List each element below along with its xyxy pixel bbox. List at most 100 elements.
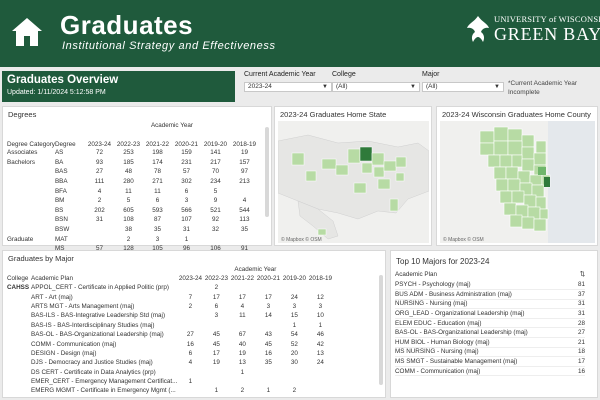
table-row[interactable]: BFA 4 11 11 6 5: [7, 186, 259, 196]
value-cell: 4: [240, 302, 245, 310]
count-cell: 27: [577, 329, 585, 337]
value-cell: 10: [316, 312, 324, 320]
county-shape-brown[interactable]: [544, 177, 550, 187]
state-shape[interactable]: [335, 164, 349, 176]
value-cell: 38: [124, 226, 132, 234]
year-header: 2022-23: [204, 275, 228, 282]
home-county-map-panel: 2023-24 Wisconsin Graduates Home County: [436, 106, 598, 246]
state-shape[interactable]: [317, 228, 327, 236]
year-header: 2019-20: [203, 141, 227, 148]
state-shape[interactable]: [395, 172, 405, 182]
degree-cell: MAT: [54, 235, 68, 243]
value-cell: 5: [126, 197, 131, 205]
state-shape[interactable]: [291, 152, 305, 166]
table-row[interactable]: DJS - Democracy and Justice Studies (maj…: [7, 358, 333, 367]
table-row[interactable]: BAS-ILS - BAS-Integrative Leadership Std…: [7, 311, 333, 320]
table-row[interactable]: BSN 31 108 87 107 92 113: [7, 215, 259, 225]
table-row[interactable]: MS SMGT - Sustainable Management (maj) 17: [395, 357, 585, 367]
table-row[interactable]: ELEM EDUC - Education (maj) 28: [395, 318, 585, 328]
degree-cell: BBA: [54, 178, 68, 186]
table-row[interactable]: DESIGN - Design (maj) 6 17 19 16 20 13: [7, 349, 333, 358]
table-row[interactable]: EMER_CERT - Emergency Management Certifi…: [7, 377, 333, 386]
value-cell: 14: [177, 396, 203, 398]
value-cell: 19: [238, 349, 246, 357]
table-row[interactable]: COMM - Communication (maj) 16: [395, 366, 585, 376]
academic-plan-cell: EMER_CERT - Emergency Management Certifi…: [31, 378, 178, 386]
state-shape[interactable]: [373, 166, 385, 178]
table-row[interactable]: DS CERT - Certificate in Data Analytics …: [7, 368, 333, 377]
table-row[interactable]: ART - Art (maj) 7 17 17 17 24 12: [7, 292, 333, 301]
degree-cell: BAS: [54, 168, 68, 176]
state-shape-wisconsin[interactable]: [359, 146, 373, 162]
degree-category-cell: [7, 177, 55, 187]
college-select[interactable]: (All) ▼: [332, 82, 420, 92]
overview-header: Graduates Overview Updated: 1/11/2024 5:…: [2, 71, 235, 102]
academic-plan-cell: DESIGN - Design (maj): [31, 349, 97, 357]
state-shape[interactable]: [389, 198, 399, 212]
value-cell: [177, 368, 203, 377]
majors-scrollbar[interactable]: [379, 275, 383, 385]
state-shape[interactable]: [371, 152, 385, 166]
table-row[interactable]: MS NURSING - Nursing (maj) 18: [395, 347, 585, 357]
table-row[interactable]: BS 202 605 593 566 521 544: [7, 206, 259, 216]
major-select[interactable]: (All) ▼: [422, 82, 504, 92]
home-state-map[interactable]: [278, 121, 429, 243]
value-cell: [203, 368, 229, 377]
state-shape[interactable]: [377, 178, 391, 190]
top10-title: Top 10 Majors for 2023-24: [396, 257, 490, 266]
degrees-scrollbar[interactable]: [265, 127, 269, 217]
value-cell: 17: [238, 293, 246, 301]
value-cell: 26: [307, 396, 333, 398]
table-row[interactable]: BAS-OL - BAS-Organizational Leadership (…: [395, 328, 585, 338]
table-row[interactable]: ENGLISH - English (maj)142226223126: [7, 396, 333, 398]
county-shape[interactable]: [538, 167, 546, 175]
state-shape[interactable]: [305, 170, 317, 182]
value-cell: [230, 234, 259, 244]
count-cell: 31: [577, 300, 585, 308]
table-row[interactable]: BUS ADM - Business Administration (maj) 3…: [395, 290, 585, 300]
majors-title: Graduates by Major: [8, 254, 74, 263]
filter-label: College: [332, 71, 356, 78]
academic-year-select[interactable]: 2023-24 ▼: [244, 82, 332, 92]
table-row[interactable]: BBA 111 280 271 302 234 213: [7, 177, 259, 187]
value-cell: 1: [292, 321, 297, 329]
table-row[interactable]: BAS 27 48 78 57 70 97: [7, 167, 259, 177]
year-header: 2023-24: [87, 141, 111, 148]
value-cell: [307, 283, 333, 292]
state-shape[interactable]: [361, 162, 373, 174]
value-cell: 35: [153, 226, 161, 234]
state-shape[interactable]: [321, 158, 337, 170]
table-row[interactable]: NURSING - Nursing (maj) 31: [395, 299, 585, 309]
state-shape[interactable]: [395, 156, 407, 168]
value-cell: 16: [264, 349, 272, 357]
table-row[interactable]: BSW 38 35 31 32 35: [7, 225, 259, 235]
table-row[interactable]: ORG_LEAD - Organizational Leadership (ma…: [395, 309, 585, 319]
academic-plan-cell: DS CERT - Certificate in Data Analytics …: [31, 368, 156, 376]
table-row[interactable]: BAS-IS - BAS-Interdisciplinary Studies (…: [7, 321, 333, 330]
value-cell: [281, 377, 307, 386]
count-cell: 37: [577, 290, 585, 298]
value-cell: 31: [95, 216, 103, 224]
table-row[interactable]: ARTS MGT - Arts Management (maj) 2 6 4 3 3 3: [7, 302, 333, 311]
state-shape[interactable]: [383, 160, 397, 172]
map-title: 2023-24 Wisconsin Graduates Home County: [442, 110, 591, 119]
table-row[interactable]: Associates AS 72 253 198 159 141 19: [7, 148, 259, 158]
degree-category-cell: [7, 186, 55, 196]
table-row[interactable]: PSYCH - Psychology (maj) 81: [395, 280, 585, 290]
home-county-map[interactable]: [440, 121, 595, 243]
college-cell: [7, 292, 31, 301]
table-row[interactable]: EMERG MGMT - Certificate in Emergency Mg…: [7, 386, 333, 395]
table-row[interactable]: Bachelors BA 93 185 174 231 217 157: [7, 158, 259, 168]
state-shape[interactable]: [347, 148, 361, 164]
college-cell: [7, 330, 31, 339]
state-shape[interactable]: [353, 182, 367, 194]
table-row[interactable]: Graduate MAT 2 3 1: [7, 234, 259, 244]
table-row[interactable]: HUM BIOL - Human Biology (maj) 21: [395, 338, 585, 348]
filter-note: *Current Academic Year Incomplete: [508, 80, 578, 96]
sort-icon[interactable]: ⇅: [545, 269, 585, 280]
table-row[interactable]: COMM - Communication (maj) 16 45 40 45 52 42: [7, 339, 333, 348]
home-icon[interactable]: [10, 15, 44, 49]
table-row[interactable]: CAHSS APPOL_CERT - Certificate in Applied…: [7, 283, 333, 292]
table-row[interactable]: BAS-OL - BAS-Organizational Leadership (…: [7, 330, 333, 339]
table-row[interactable]: BM 2 5 6 3 9 4: [7, 196, 259, 206]
